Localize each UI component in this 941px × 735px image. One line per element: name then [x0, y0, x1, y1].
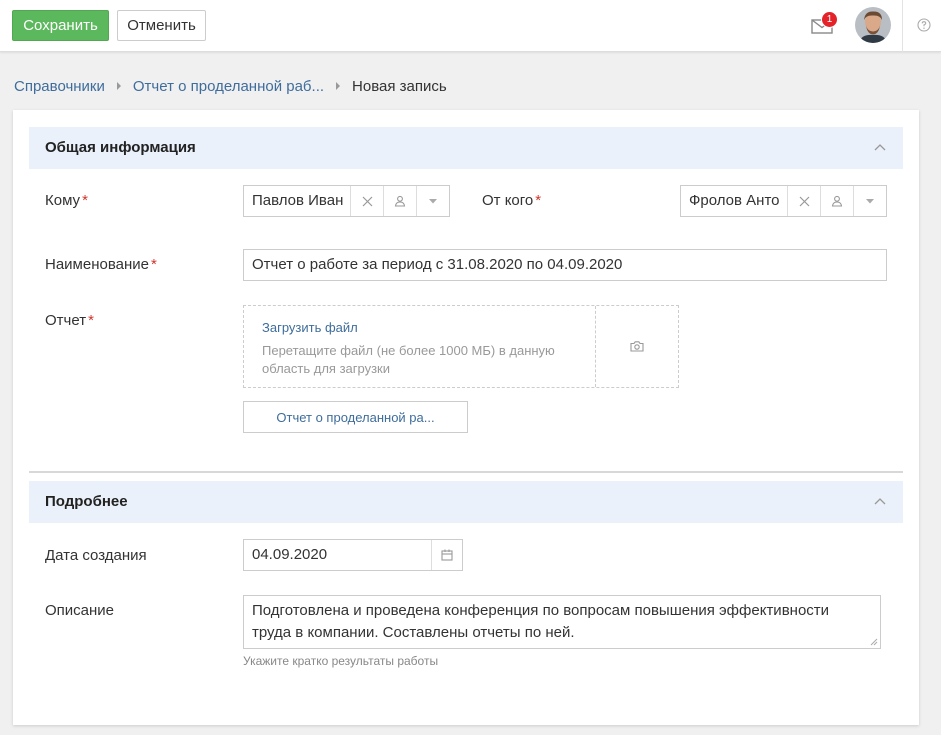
attached-file-button[interactable]: Отчет о проделанной ра...: [243, 401, 468, 433]
chevron-up-icon[interactable]: [874, 142, 886, 152]
avatar[interactable]: [855, 7, 891, 43]
calendar-icon[interactable]: [431, 540, 462, 570]
description-label: Описание: [45, 602, 115, 619]
upload-file-link[interactable]: Загрузить файл: [262, 320, 358, 335]
to-lookup-field[interactable]: Павлов Иван: [243, 185, 450, 217]
help-icon[interactable]: [917, 18, 931, 32]
clear-icon[interactable]: [350, 186, 383, 216]
from-lookup-value[interactable]: Фролов Анто: [681, 186, 787, 216]
required-mark: *: [82, 192, 88, 209]
help-separator: [902, 0, 903, 52]
top-toolbar: Сохранить Отменить 1: [0, 0, 941, 52]
date-value[interactable]: 04.09.2020: [244, 540, 431, 570]
resize-grip-icon[interactable]: [870, 638, 878, 646]
record-form-card: Общая информация Кому * Павлов Иван От ко…: [13, 110, 919, 725]
from-label-text: От кого: [482, 192, 534, 209]
upload-hint: Перетащите файл (не более 1000 МБ) в дан…: [262, 343, 555, 376]
section-details-header[interactable]: Подробнее: [29, 481, 903, 523]
date-field[interactable]: 04.09.2020: [243, 539, 463, 571]
user-icon[interactable]: [383, 186, 416, 216]
camera-icon[interactable]: [630, 340, 644, 352]
description-textarea[interactable]: Подготовлена и проведена конференция по …: [243, 595, 881, 649]
report-label: Отчет *: [45, 312, 94, 329]
breadcrumb-current: Новая запись: [352, 77, 447, 95]
from-lookup-field[interactable]: Фролов Анто: [680, 185, 887, 217]
section-details-title: Подробнее: [45, 493, 128, 510]
breadcrumb-arrow-icon: [336, 82, 341, 90]
to-lookup-value[interactable]: Павлов Иван: [244, 186, 350, 216]
description-value: Подготовлена и проведена конференция по …: [252, 602, 830, 641]
breadcrumb: Справочники Отчет о проделанной раб... Н…: [14, 76, 447, 96]
dropzone-separator: [595, 306, 596, 387]
to-label-text: Кому: [45, 192, 81, 209]
from-label: От кого *: [482, 192, 541, 209]
date-label: Дата создания: [45, 547, 147, 564]
save-button[interactable]: Сохранить: [12, 10, 109, 41]
chevron-up-icon[interactable]: [874, 496, 886, 506]
breadcrumb-link-directories[interactable]: Справочники: [14, 78, 105, 95]
to-label: Кому *: [45, 192, 88, 209]
name-input[interactable]: Отчет о работе за период с 31.08.2020 по…: [243, 249, 887, 281]
section-general-header[interactable]: Общая информация: [29, 127, 903, 169]
file-dropzone[interactable]: Загрузить файл Перетащите файл (не более…: [243, 305, 679, 388]
cancel-button[interactable]: Отменить: [117, 10, 206, 41]
name-label-text: Наименование: [45, 256, 149, 273]
name-label: Наименование *: [45, 256, 157, 273]
required-mark: *: [88, 312, 94, 329]
required-mark: *: [535, 192, 542, 209]
user-icon[interactable]: [820, 186, 853, 216]
section-general-title: Общая информация: [45, 139, 196, 156]
breadcrumb-link-report[interactable]: Отчет о проделанной раб...: [133, 78, 324, 95]
section-divider: [29, 471, 903, 473]
breadcrumb-arrow-icon: [116, 82, 121, 90]
notification-badge: 1: [821, 11, 838, 28]
chevron-down-icon[interactable]: [416, 186, 449, 216]
required-mark: *: [150, 256, 157, 273]
clear-icon[interactable]: [787, 186, 820, 216]
chevron-down-icon[interactable]: [853, 186, 886, 216]
description-hint: Укажите кратко результаты работы: [243, 654, 439, 668]
report-label-text: Отчет: [45, 312, 87, 329]
